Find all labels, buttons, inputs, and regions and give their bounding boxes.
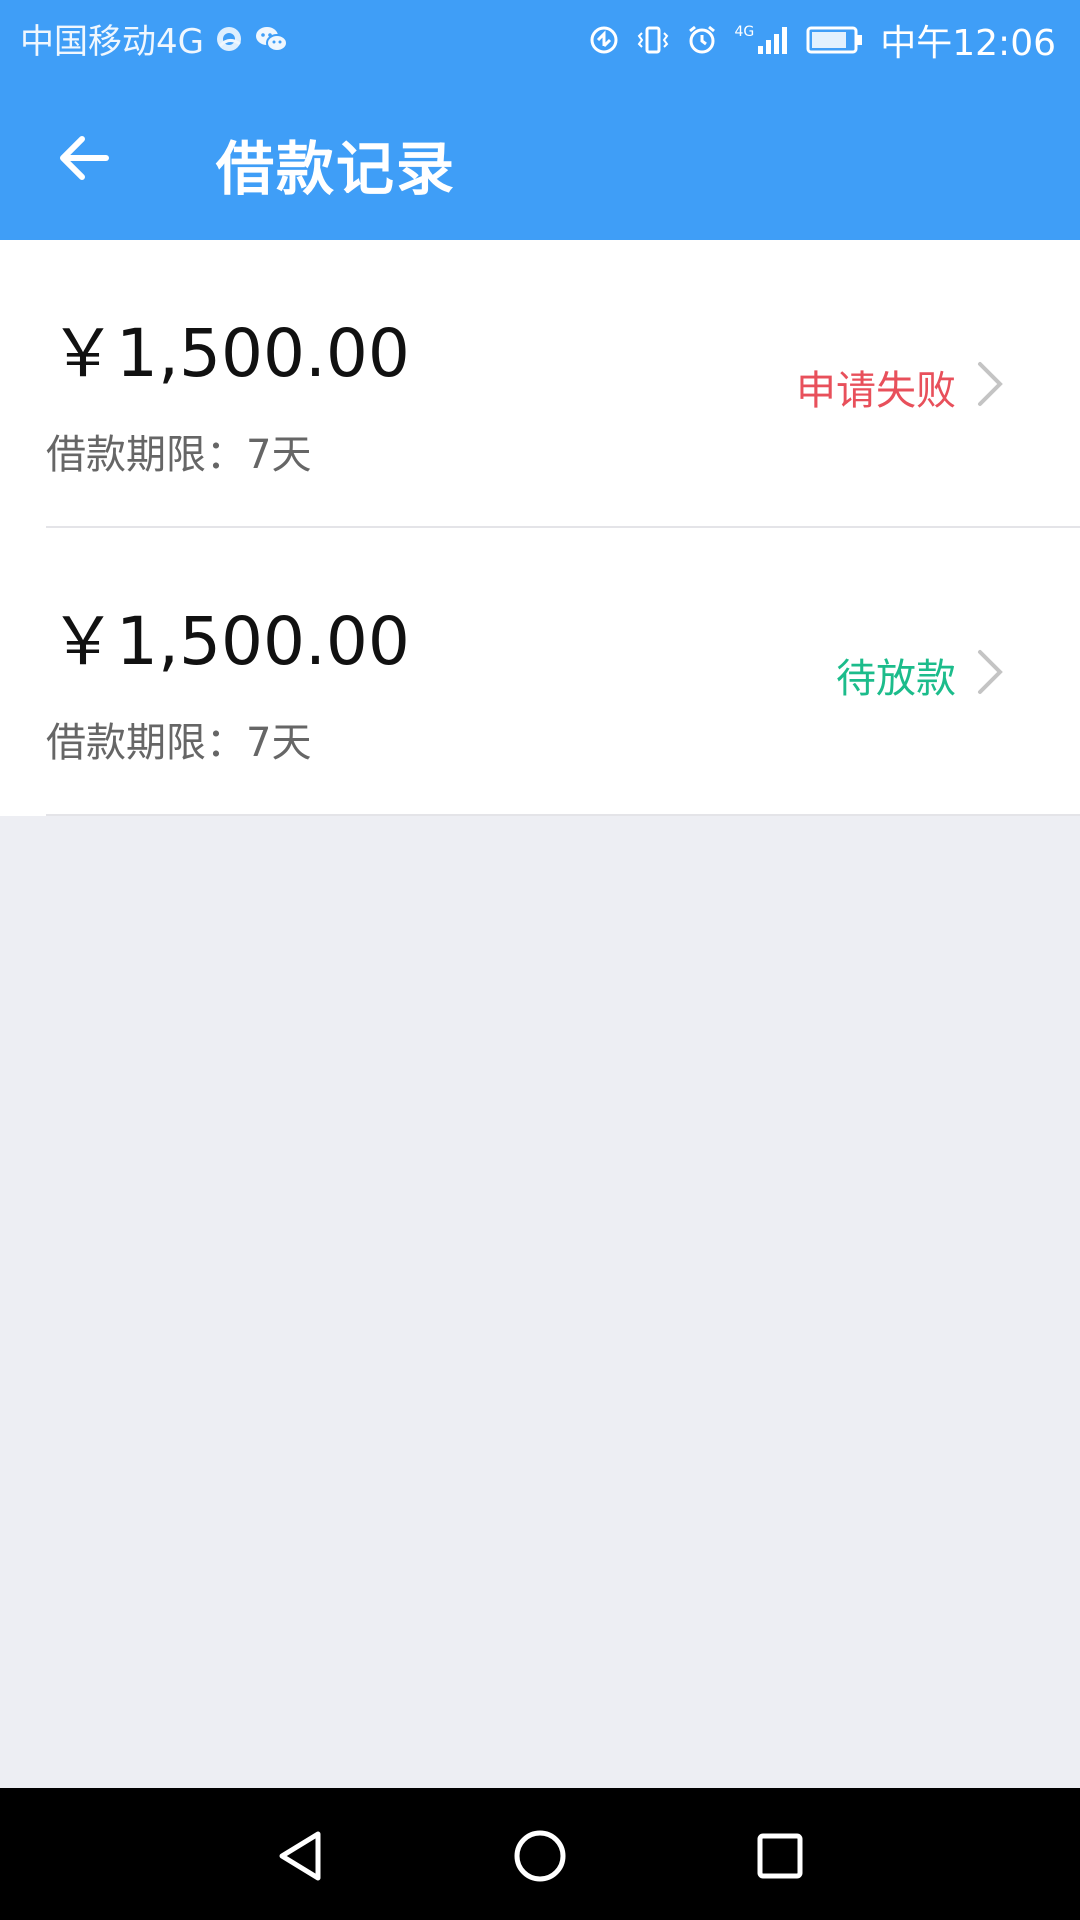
- back-button[interactable]: [44, 118, 124, 198]
- screen: 中国移动4G 4G 中午12:06 借款记录 ￥1,500.00 借款期限：7天…: [0, 0, 1080, 1920]
- loan-status-failed: 申请失败: [796, 368, 956, 414]
- vibrate-icon: [636, 24, 670, 56]
- recents-square-icon: [757, 1833, 803, 1879]
- carrier-label: 中国移动4G: [20, 22, 204, 62]
- home-circle-icon: [514, 1830, 566, 1882]
- arrow-left-icon: [60, 136, 109, 180]
- data-saver-icon: [588, 24, 620, 56]
- nav-recents-button[interactable]: [748, 1824, 812, 1888]
- row-divider: [46, 814, 1080, 816]
- loan-amount: ￥1,500.00: [50, 315, 410, 392]
- status-right: 4G 中午12:06: [588, 14, 1056, 66]
- signal-icon: 4G: [734, 24, 790, 56]
- loan-term: 借款期限：7天: [46, 432, 312, 478]
- loan-record-row[interactable]: ￥1,500.00 借款期限：7天 待放款: [0, 528, 1080, 816]
- chevron-right-icon: [978, 362, 1003, 406]
- loan-term: 借款期限：7天: [46, 720, 312, 766]
- loan-record-row[interactable]: ￥1,500.00 借款期限：7天 申请失败: [0, 240, 1080, 528]
- alarm-icon: [686, 24, 718, 56]
- wechat-icon: [254, 24, 288, 54]
- status-bar: 中国移动4G 4G 中午12:06: [0, 0, 1080, 74]
- app-bar: 借款记录: [0, 74, 1080, 240]
- loan-amount: ￥1,500.00: [50, 603, 410, 680]
- status-left: 中国移动4G: [20, 14, 288, 63]
- battery-icon: [806, 24, 864, 56]
- nav-back-button[interactable]: [268, 1824, 332, 1888]
- network-type-label: 4G: [734, 24, 755, 40]
- page-title: 借款记录: [216, 135, 457, 203]
- navigation-bar: [0, 1788, 1080, 1920]
- back-triangle-icon: [279, 1831, 321, 1881]
- clock-label: 中午12:06: [880, 23, 1056, 64]
- chevron-right-icon: [978, 650, 1003, 694]
- loan-status-pending: 待放款: [836, 656, 956, 702]
- loan-list: ￥1,500.00 借款期限：7天 申请失败 ￥1,500.00 借款期限：7天…: [0, 240, 1080, 816]
- nav-home-button[interactable]: [508, 1824, 572, 1888]
- browser-icon: [214, 24, 244, 54]
